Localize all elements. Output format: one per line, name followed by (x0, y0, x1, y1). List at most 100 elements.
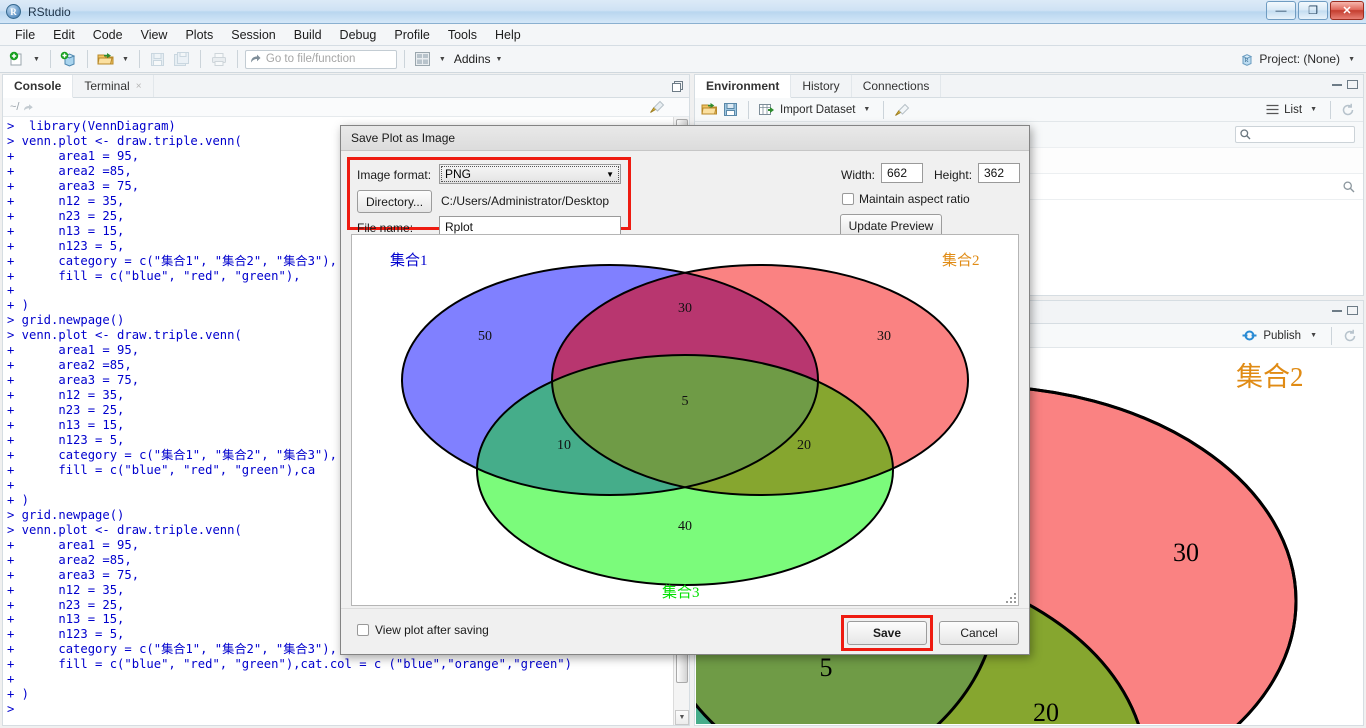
venn-set-label-3: 集合3 (662, 584, 700, 601)
plots-toolbar-divider (1331, 326, 1332, 345)
image-format-select[interactable]: PNG ▼ (439, 164, 621, 184)
tab-console[interactable]: Console (3, 75, 74, 98)
environment-search-input[interactable] (1235, 126, 1355, 143)
import-dataset-button[interactable]: Import Dataset (780, 104, 855, 116)
maximize-pane-icon[interactable] (1347, 306, 1358, 315)
width-input[interactable]: 662 (881, 163, 923, 183)
menu-session[interactable]: Session (222, 25, 284, 45)
venn-value-n13-only: 10 (557, 438, 571, 453)
menu-tools[interactable]: Tools (439, 25, 486, 45)
menu-edit[interactable]: Edit (44, 25, 84, 45)
console-pane-buttons (671, 80, 684, 93)
venn-set-label-1: 集合1 (390, 252, 428, 269)
list-view-button[interactable]: List (1284, 104, 1302, 116)
open-file-icon[interactable] (95, 49, 117, 70)
new-file-caret-icon[interactable]: ▼ (30, 56, 43, 63)
print-icon (208, 49, 230, 70)
workspace-panes-icon[interactable] (412, 49, 434, 70)
venn-value-only1: 50 (478, 329, 492, 344)
environment-toolbar-divider (1330, 100, 1331, 119)
publish-button[interactable]: Publish (1263, 330, 1301, 342)
console-working-directory: ~/ (3, 98, 689, 117)
restore-button[interactable]: ❐ (1298, 1, 1328, 20)
file-name-label: File name: (357, 221, 414, 235)
window-title: RStudio (28, 4, 71, 19)
minimize-pane-icon[interactable] (1332, 83, 1342, 86)
menu-file[interactable]: File (6, 25, 44, 45)
view-plot-after-saving-checkbox[interactable] (357, 624, 369, 636)
tab-connections[interactable]: Connections (852, 75, 942, 97)
minimize-button[interactable]: — (1266, 1, 1296, 20)
save-plot-dialog: Save Plot as Image Image format: PNG ▼ D… (340, 125, 1030, 655)
directory-button[interactable]: Directory... (357, 190, 432, 213)
close-terminal-icon[interactable]: × (136, 81, 142, 92)
main-toolbar: ▼ ▼ Go to file/function ▼ Addins ▼ R Pro… (0, 46, 1366, 73)
console-path-text: ~/ (10, 101, 20, 113)
window-title-bar: R RStudio — ❐ ✕ (0, 0, 1366, 24)
maintain-aspect-ratio-row[interactable]: Maintain aspect ratio (842, 192, 970, 206)
menu-profile[interactable]: Profile (385, 25, 438, 45)
tab-environment[interactable]: Environment (695, 75, 792, 98)
open-file-caret-icon[interactable]: ▼ (119, 56, 132, 63)
save-all-icon (171, 49, 193, 70)
toolbar-divider (236, 50, 238, 68)
project-label: Project: (None) (1259, 52, 1341, 66)
svg-text:20: 20 (1033, 698, 1059, 724)
toolbar-divider (138, 50, 140, 68)
goto-file-function-input[interactable]: Go to file/function (244, 49, 397, 69)
save-button[interactable]: Save (847, 621, 927, 645)
refresh-icon (1344, 329, 1356, 341)
tab-terminal-label: Terminal (84, 79, 130, 93)
project-selector[interactable]: R Project: (None) ▼ (1239, 52, 1358, 66)
tab-history-label: History (802, 79, 840, 93)
import-dataset-caret-icon[interactable]: ▼ (860, 106, 873, 113)
goto-file-placeholder: Go to file/function (265, 53, 356, 65)
menu-build[interactable]: Build (285, 25, 331, 45)
toolbar-divider (199, 50, 201, 68)
maintain-aspect-ratio-checkbox[interactable] (842, 193, 854, 205)
close-button[interactable]: ✕ (1330, 1, 1364, 20)
save-icon (147, 49, 169, 70)
search-icon (1343, 180, 1355, 192)
plot-preview-area: 50 30 30 10 5 20 40 集合1 集合2 集合3 (351, 234, 1019, 606)
import-dataset-icon (759, 103, 774, 115)
menu-plots[interactable]: Plots (176, 25, 222, 45)
menu-view[interactable]: View (132, 25, 177, 45)
svg-text:5: 5 (820, 653, 833, 682)
environment-list-control: List ▼ (1266, 100, 1355, 119)
addins-caret-icon[interactable]: ▼ (493, 56, 506, 63)
environment-pane-buttons (1332, 80, 1358, 89)
dialog-resize-grip[interactable] (1003, 590, 1016, 603)
clear-console-icon (650, 100, 665, 113)
workspace-panes-caret-icon[interactable]: ▼ (436, 56, 449, 63)
menu-code[interactable]: Code (84, 25, 132, 45)
minimize-pane-icon[interactable] (1332, 309, 1342, 312)
svg-text:集合2: 集合2 (1236, 362, 1304, 392)
tab-history[interactable]: History (791, 75, 852, 97)
cancel-button[interactable]: Cancel (939, 621, 1019, 645)
publish-caret-icon[interactable]: ▼ (1307, 332, 1320, 339)
save-workspace-icon (724, 103, 737, 116)
addins-button[interactable]: Addins (451, 52, 491, 66)
console-scroll-down-icon[interactable]: ▼ (675, 710, 689, 725)
list-view-caret-icon[interactable]: ▼ (1307, 106, 1320, 113)
console-tab-strip: Console Terminal × (3, 75, 689, 98)
project-caret-icon[interactable]: ▼ (1345, 56, 1358, 63)
new-file-icon[interactable] (6, 49, 28, 70)
view-plot-after-saving-row[interactable]: View plot after saving (357, 623, 489, 637)
maximize-pane-icon (672, 81, 683, 92)
search-icon (1240, 129, 1251, 140)
height-input[interactable]: 362 (978, 163, 1020, 183)
height-label: Height: (934, 168, 973, 182)
refresh-icon (1342, 103, 1354, 115)
venn-value-n123: 5 (682, 394, 689, 409)
menu-debug[interactable]: Debug (331, 25, 386, 45)
tab-terminal[interactable]: Terminal × (73, 75, 154, 97)
maximize-pane-icon[interactable] (1347, 80, 1358, 89)
image-format-value: PNG (445, 167, 472, 181)
clear-objects-icon (895, 103, 910, 116)
view-plot-after-saving-label: View plot after saving (375, 623, 489, 637)
menu-help[interactable]: Help (486, 25, 530, 45)
new-project-icon[interactable] (58, 49, 80, 70)
project-cube-icon: R (1242, 54, 1253, 66)
